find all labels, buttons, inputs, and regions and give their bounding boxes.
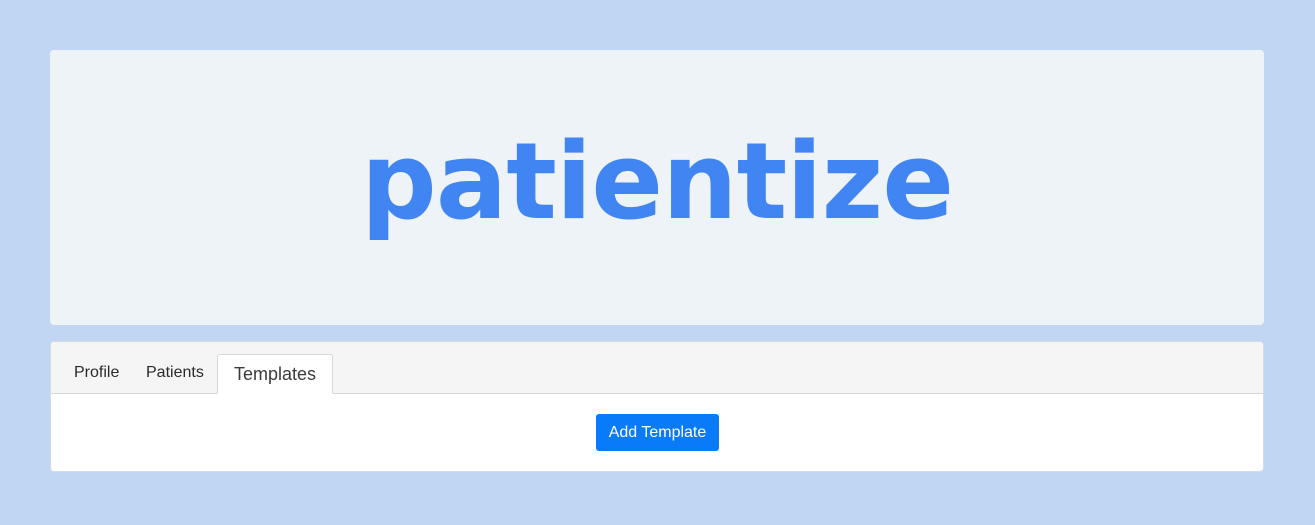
tab-patients[interactable]: Patients: [146, 354, 204, 393]
patientize-logo: patientize: [360, 119, 954, 243]
tab-templates[interactable]: Templates: [217, 354, 333, 394]
tab-profile[interactable]: Profile: [74, 354, 119, 393]
add-template-button[interactable]: Add Template: [596, 414, 719, 451]
tab-bar: Profile Patients Templates: [51, 342, 1263, 394]
logo-banner: patientize: [50, 50, 1264, 325]
templates-panel: Profile Patients Templates Add Template: [50, 341, 1264, 472]
